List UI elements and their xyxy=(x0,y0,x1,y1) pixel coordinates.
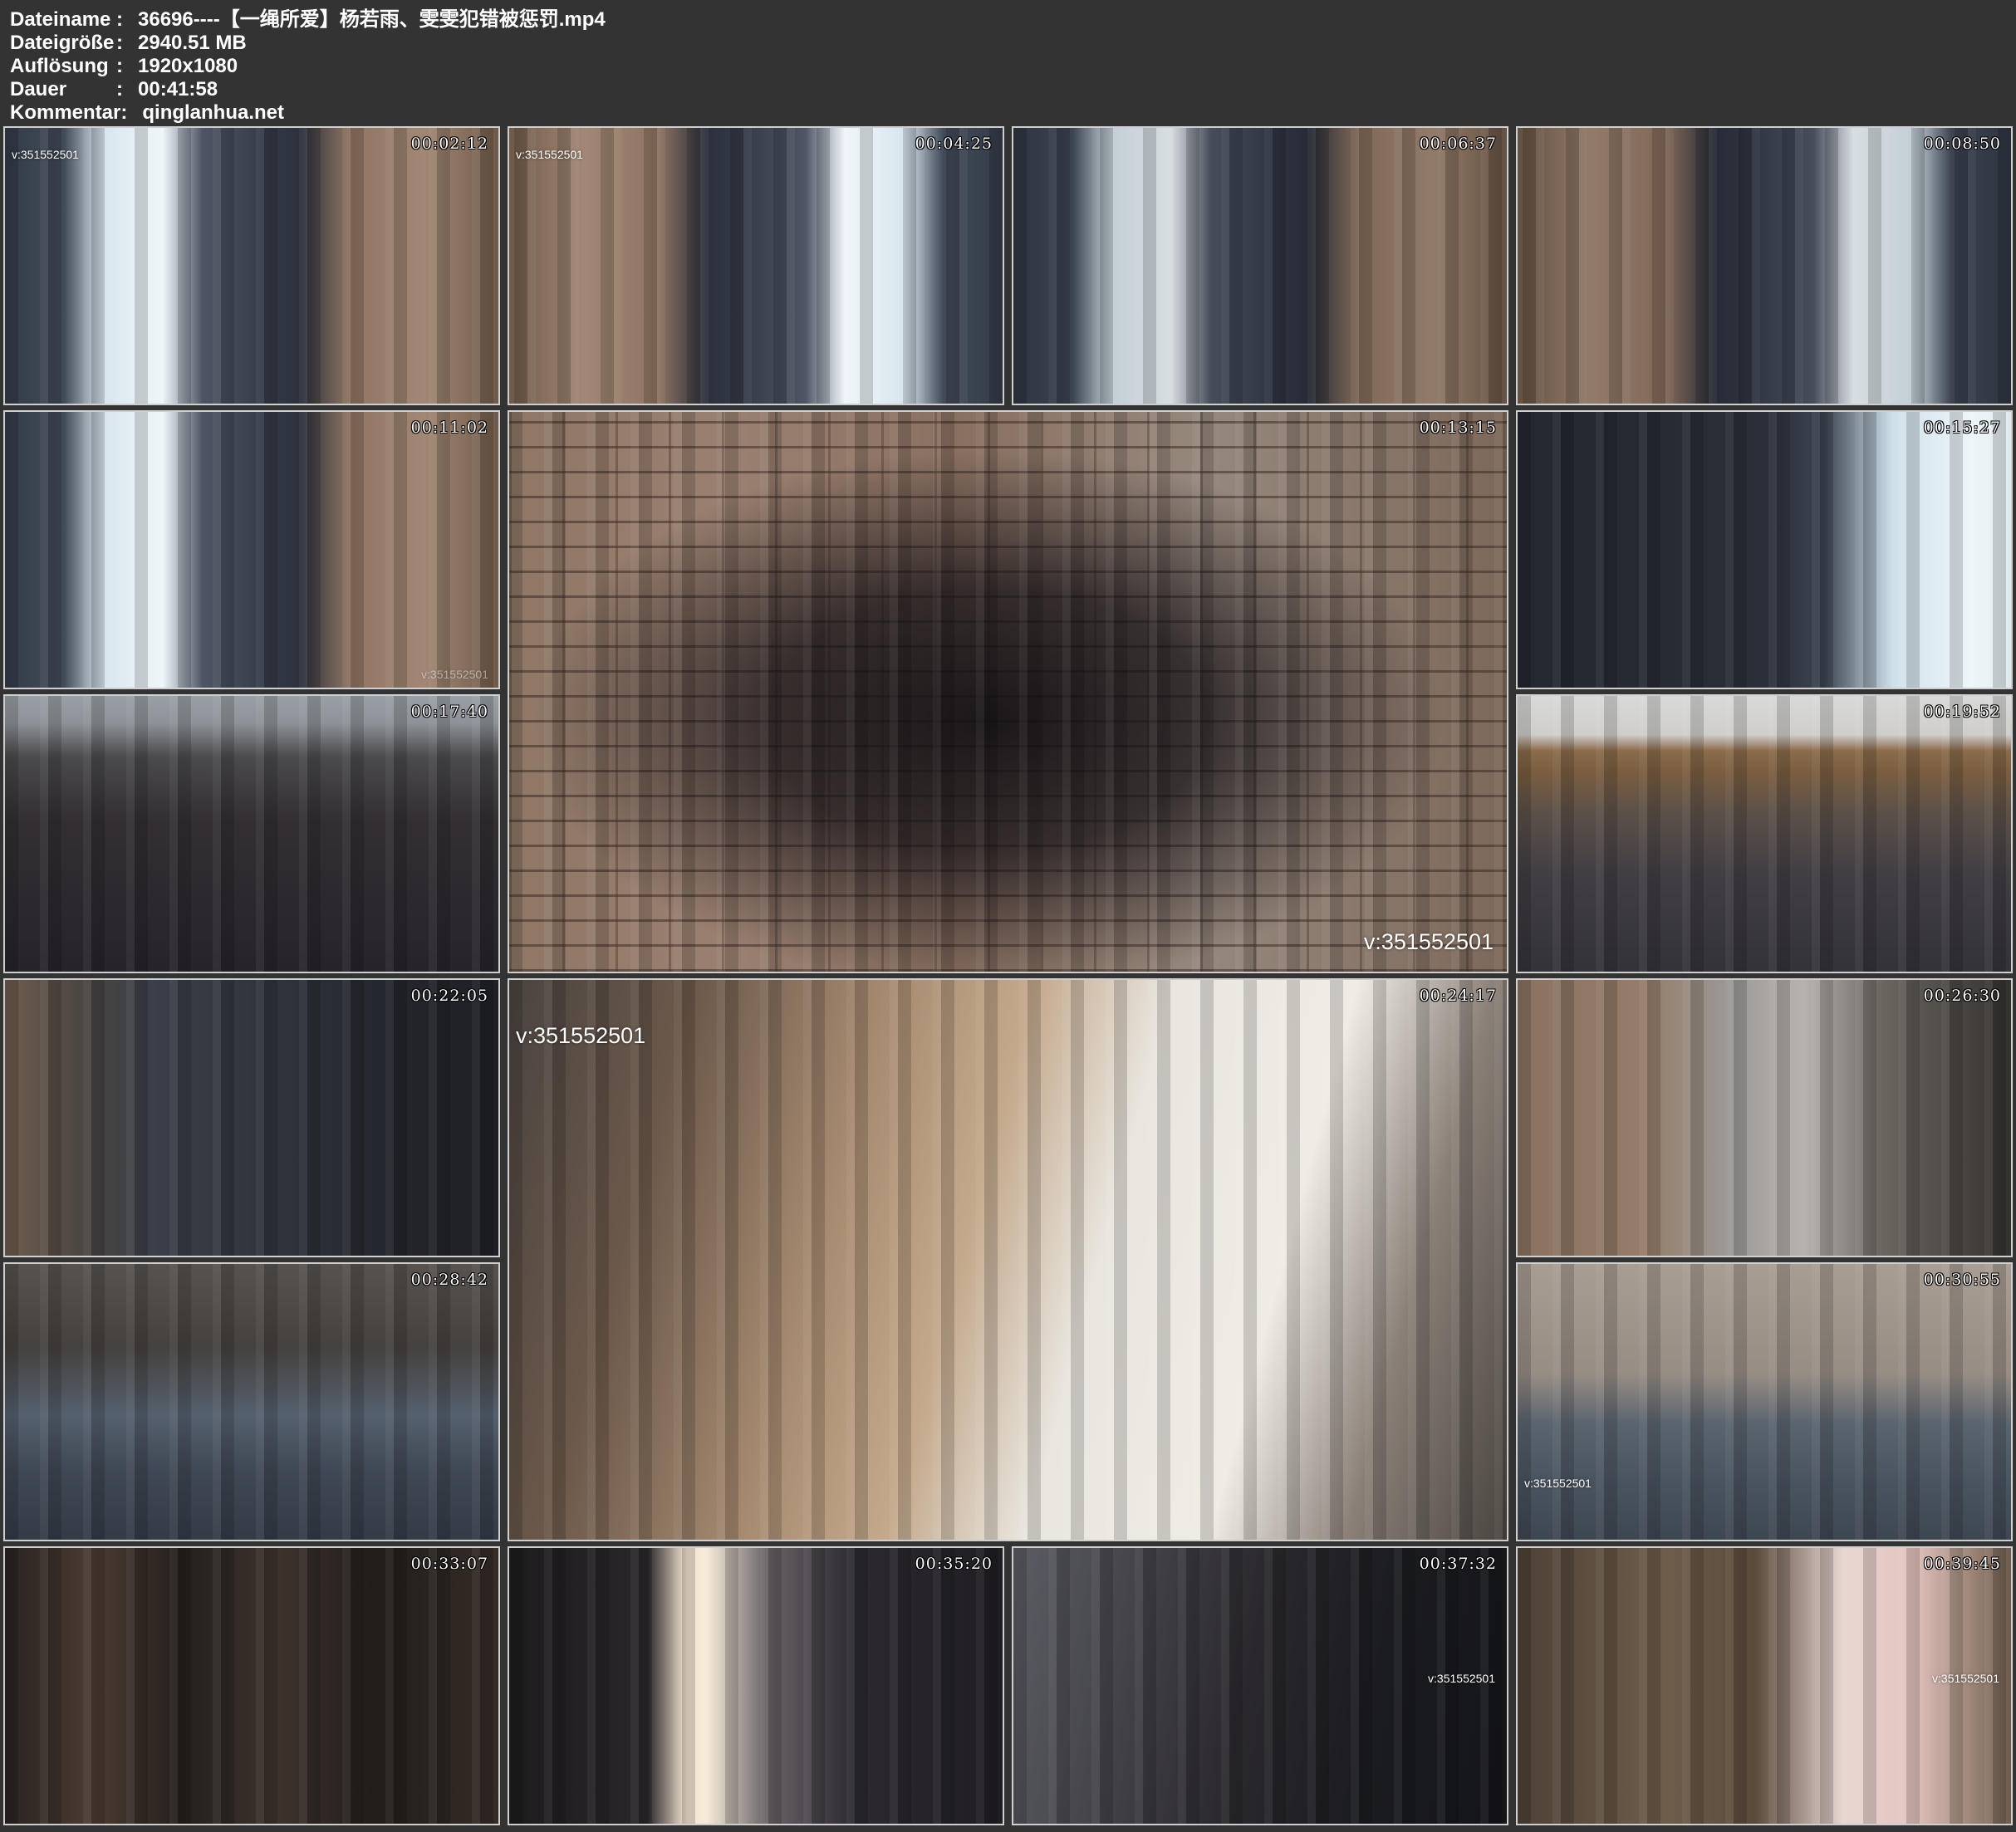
timestamp-overlay: 00:13:15 xyxy=(1420,419,1497,437)
timestamp-overlay: 00:06:37 xyxy=(1420,135,1497,153)
video-thumbnail: 00:08:50 xyxy=(1516,126,2013,405)
file-info-header: Dateiname : 36696----【一绳所爱】杨若雨、雯雯犯错被惩罚.m… xyxy=(0,0,2016,125)
duration-label: Dauer xyxy=(10,78,116,101)
watermark-text: v:351552501 xyxy=(516,1023,645,1049)
watermark-text: v:351552501 xyxy=(421,668,488,681)
video-thumbnail: 00:30:55 v:351552501 xyxy=(1516,1262,2013,1541)
watermark-text: v:351552501 xyxy=(516,148,583,161)
thumbnail-placeholder-image xyxy=(5,412,498,688)
thumbnail-placeholder-image xyxy=(1518,696,2011,972)
timestamp-overlay: 00:37:32 xyxy=(1420,1555,1497,1573)
resolution-value: 1920x1080 xyxy=(138,55,2006,78)
comment-value: qinglanhua.net xyxy=(142,101,2006,125)
timestamp-overlay: 00:02:12 xyxy=(411,135,488,153)
video-thumbnail: 00:02:12 v:351552501 xyxy=(3,126,500,405)
timestamp-overlay: 00:11:02 xyxy=(411,419,488,437)
thumbnail-placeholder-image xyxy=(1518,1548,2011,1824)
resolution-label: Auflösung xyxy=(10,55,116,78)
file-info-separator: : xyxy=(116,8,138,32)
video-thumbnail: 00:37:32 v:351552501 xyxy=(1012,1546,1508,1825)
watermark-text: v:351552501 xyxy=(1932,1672,1999,1685)
file-info-separator: : xyxy=(116,55,138,78)
comment-row: Kommentar : qinglanhua.net xyxy=(10,101,2006,125)
timestamp-overlay: 00:35:20 xyxy=(915,1555,993,1573)
thumbnail-placeholder-image xyxy=(1013,1548,1507,1824)
video-thumbnail: 00:35:20 xyxy=(508,1546,1004,1825)
file-name-row: Dateiname : 36696----【一绳所爱】杨若雨、雯雯犯错被惩罚.m… xyxy=(10,8,2006,32)
watermark-text: v:351552501 xyxy=(1428,1672,1495,1685)
timestamp-overlay: 00:30:55 xyxy=(1924,1271,2001,1289)
file-info-separator: : xyxy=(116,78,138,101)
file-size-row: Dateigröße : 2940.51 MB xyxy=(10,32,2006,55)
timestamp-overlay: 00:24:17 xyxy=(1420,987,1497,1005)
video-thumbnail: 00:04:25 v:351552501 xyxy=(508,126,1004,405)
timestamp-overlay: 00:22:05 xyxy=(411,987,488,1005)
thumbnail-placeholder-image xyxy=(5,696,498,972)
file-name-label: Dateiname xyxy=(10,8,116,32)
thumbnail-placeholder-image xyxy=(509,980,1507,1540)
timestamp-overlay: 00:17:40 xyxy=(411,703,488,721)
video-thumbnail: 00:15:27 xyxy=(1516,410,2013,689)
timestamp-overlay: 00:04:25 xyxy=(915,135,993,153)
thumbnail-placeholder-image xyxy=(509,128,1003,404)
timestamp-overlay: 00:26:30 xyxy=(1924,987,2001,1005)
resolution-row: Auflösung : 1920x1080 xyxy=(10,55,2006,78)
video-thumbnail: 00:39:45 v:351552501 xyxy=(1516,1546,2013,1825)
video-thumbnail: 00:22:05 xyxy=(3,978,500,1257)
video-thumbnail: 00:26:30 xyxy=(1516,978,2013,1257)
file-info-separator: : xyxy=(116,32,138,55)
video-thumbnail: 00:11:02 v:351552501 xyxy=(3,410,500,689)
video-thumbnail: 00:19:52 xyxy=(1516,694,2013,973)
thumbnail-placeholder-image xyxy=(1518,128,2011,404)
thumbnail-grid: 00:02:12 v:351552501 00:04:25 v:35155250… xyxy=(0,125,2016,1829)
video-thumbnail: 00:17:40 xyxy=(3,694,500,973)
file-size-value: 2940.51 MB xyxy=(138,32,2006,55)
thumbnail-placeholder-image xyxy=(5,1264,498,1540)
thumbnail-placeholder-image xyxy=(1518,412,2011,688)
video-thumbnail: 00:24:17 v:351552501 xyxy=(508,978,1508,1541)
watermark-text: v:351552501 xyxy=(1364,929,1494,955)
watermark-text: v:351552501 xyxy=(1524,1477,1592,1490)
file-info-separator: : xyxy=(120,101,142,125)
thumbnail-placeholder-image xyxy=(5,1548,498,1824)
timestamp-overlay: 00:33:07 xyxy=(411,1555,488,1573)
timestamp-overlay: 00:28:42 xyxy=(411,1271,488,1289)
thumbnail-placeholder-image xyxy=(5,128,498,404)
duration-row: Dauer : 00:41:58 xyxy=(10,78,2006,101)
timestamp-overlay: 00:39:45 xyxy=(1924,1555,2001,1573)
file-size-label: Dateigröße xyxy=(10,32,116,55)
timestamp-overlay: 00:19:52 xyxy=(1924,703,2001,721)
thumbnail-placeholder-image xyxy=(5,980,498,1256)
thumbnail-placeholder-image xyxy=(509,412,1507,972)
comment-label: Kommentar xyxy=(10,101,120,125)
file-name-value: 36696----【一绳所爱】杨若雨、雯雯犯错被惩罚.mp4 xyxy=(138,8,2006,32)
video-thumbnail: 00:13:15 v:351552501 xyxy=(508,410,1508,973)
thumbnail-placeholder-image xyxy=(1013,128,1507,404)
video-thumbnail: 00:06:37 xyxy=(1012,126,1508,405)
thumbnail-placeholder-image xyxy=(509,1548,1003,1824)
video-thumbnail: 00:33:07 xyxy=(3,1546,500,1825)
video-thumbnail: 00:28:42 xyxy=(3,1262,500,1541)
watermark-text: v:351552501 xyxy=(12,148,79,161)
timestamp-overlay: 00:08:50 xyxy=(1924,135,2001,153)
timestamp-overlay: 00:15:27 xyxy=(1924,419,2001,437)
duration-value: 00:41:58 xyxy=(138,78,2006,101)
thumbnail-placeholder-image xyxy=(1518,1264,2011,1540)
thumbnail-placeholder-image xyxy=(1518,980,2011,1256)
contact-sheet: Dateiname : 36696----【一绳所爱】杨若雨、雯雯犯错被惩罚.m… xyxy=(0,0,2016,1829)
